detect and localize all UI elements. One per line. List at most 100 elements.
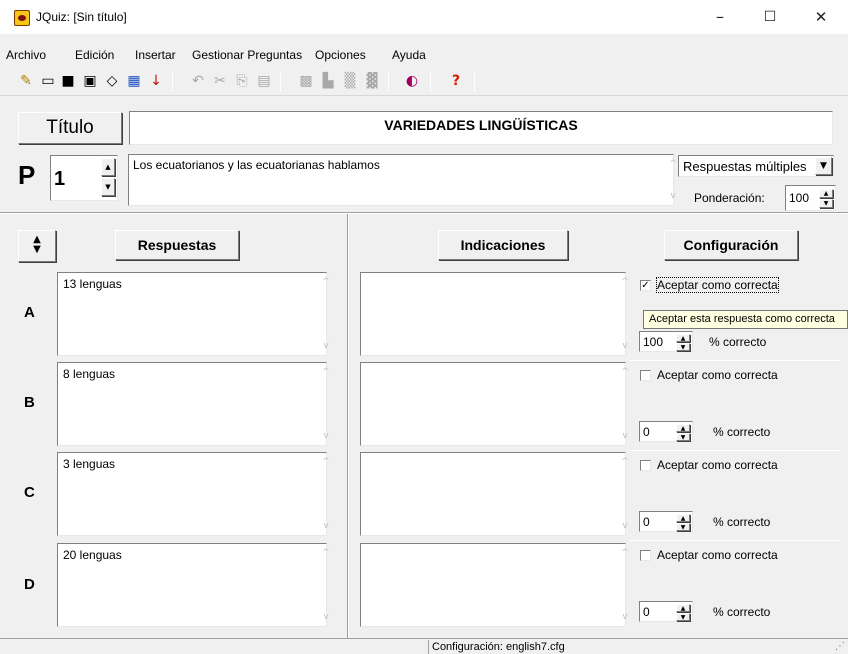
toolbar-separator (430, 72, 431, 92)
answer-text-area[interactable]: 3 lenguas ^ v (57, 452, 330, 536)
config-icon[interactable]: ◐ (402, 70, 422, 92)
eraser-icon[interactable]: ◇ (102, 70, 122, 92)
answer-text-area[interactable]: 8 lenguas ^ v (57, 362, 330, 446)
accept-correct-label[interactable]: Aceptar como correcta (656, 277, 779, 293)
percent-correct-label: % correcto (713, 515, 771, 529)
cut-icon[interactable]: ✂ (210, 70, 230, 92)
accept-correct-label[interactable]: Aceptar como correcta (657, 458, 778, 472)
help-icon[interactable]: ? (446, 70, 466, 92)
tooltip: Aceptar esta respuesta como correcta (643, 310, 848, 329)
accept-correct-checkbox[interactable] (640, 460, 651, 471)
percent-correct-label: % correcto (713, 425, 771, 439)
maximize-button[interactable]: ☐ (750, 4, 790, 30)
menu-insertar[interactable]: Insertar (135, 48, 176, 62)
question-type-select[interactable]: Respuestas múltiples ▼ (678, 155, 834, 177)
answer-text: 3 lenguas (63, 457, 116, 471)
insert-anchor-icon[interactable]: ▓ (362, 70, 382, 92)
stepper-down-button[interactable]: ▼ (676, 523, 690, 531)
question-scrollbar[interactable]: ^ v (659, 155, 677, 205)
answer-scrollbar[interactable]: ^ v (312, 273, 330, 355)
answer-scrollbar[interactable]: ^ v (312, 363, 330, 445)
reorder-button[interactable]: ▲ ▼ (18, 230, 56, 262)
feedback-text-area[interactable]: ^ v (360, 543, 629, 627)
question-type-value: Respuestas múltiples (683, 159, 807, 174)
web-page-icon[interactable]: ▦ (124, 70, 144, 92)
status-divider (428, 640, 429, 654)
stepper-up-button[interactable]: ▲ (676, 514, 690, 522)
feedback-text-area[interactable]: ^ v (360, 272, 629, 356)
percent-correct-stepper[interactable]: 100 ▲ ▼ (639, 331, 693, 352)
toolbar-separator (280, 72, 281, 92)
settings-header-button[interactable]: Configuración (664, 230, 798, 260)
feedback-text-area[interactable]: ^ v (360, 362, 629, 446)
save-as-icon[interactable]: ▣ (80, 70, 100, 92)
menu-ayuda[interactable]: Ayuda (392, 48, 426, 62)
toolbar: ✎ ▭ ■ ▣ ◇ ▦ ↓ ↶ ✂ ⎘ ▤ ▩ ▙ ▒ ▓ ◐ ? (0, 66, 848, 96)
minimize-button[interactable]: – (700, 4, 740, 30)
toolbar-separator (172, 72, 173, 92)
stepper-down-button[interactable]: ▼ (819, 199, 833, 208)
insert-media-icon[interactable]: ▙ (318, 70, 338, 92)
add-down-icon[interactable]: ↓ (146, 70, 166, 92)
answer-scrollbar[interactable]: ^ v (312, 453, 330, 535)
percent-correct-stepper[interactable]: 0 ▲ ▼ (639, 421, 693, 442)
chevron-down-icon[interactable]: ▼ (815, 157, 832, 175)
percent-correct-stepper[interactable]: 0 ▲ ▼ (639, 601, 693, 622)
weight-stepper[interactable]: 100 ▲ ▼ (785, 185, 836, 211)
new-file-icon[interactable]: ✎ (16, 70, 36, 92)
menu-edicion[interactable]: Edición (75, 48, 114, 62)
percent-value: 0 (643, 605, 650, 619)
question-text-area[interactable]: Los ecuatorianos y las ecuatorianas habl… (128, 154, 677, 206)
paste-icon[interactable]: ▤ (254, 70, 274, 92)
insert-picture-icon[interactable]: ▩ (296, 70, 316, 92)
answer-text: 13 lenguas (63, 277, 122, 291)
answer-text-area[interactable]: 20 lenguas ^ v (57, 543, 330, 627)
title-label-button[interactable]: Título (18, 112, 122, 144)
copy-icon[interactable]: ⎘ (232, 70, 252, 92)
title-input[interactable]: VARIEDADES LINGÜÍSTICAS (129, 111, 833, 145)
percent-correct-stepper[interactable]: 0 ▲ ▼ (639, 511, 693, 532)
stepper-down-button[interactable]: ▼ (676, 613, 690, 621)
feedback-scrollbar[interactable]: ^ v (611, 273, 629, 355)
open-folder-icon[interactable]: ▭ (38, 70, 58, 92)
status-config-text: Configuración: english7.cfg (432, 641, 565, 653)
answer-text: 8 lenguas (63, 367, 116, 381)
feedback-scrollbar[interactable]: ^ v (611, 363, 629, 445)
accept-correct-checkbox[interactable] (640, 550, 651, 561)
stepper-down-button[interactable]: ▼ (676, 343, 690, 351)
resize-grip-icon[interactable]: ⋰ (835, 641, 845, 652)
accept-correct-checkbox[interactable]: ✓ (640, 280, 651, 291)
insert-link-icon[interactable]: ▒ (340, 70, 360, 92)
stepper-up-button[interactable]: ▲ (676, 334, 690, 342)
feedback-scrollbar[interactable]: ^ v (611, 544, 629, 626)
question-label: P (18, 160, 36, 190)
weight-label: Ponderación: (694, 191, 765, 205)
stepper-up-button[interactable]: ▲ (676, 424, 690, 432)
stepper-up-button[interactable]: ▲ (819, 189, 833, 198)
stepper-down-button[interactable]: ▼ (101, 178, 115, 196)
menu-gestionar-preguntas[interactable]: Gestionar Preguntas (192, 48, 302, 62)
accept-correct-label[interactable]: Aceptar como correcta (657, 548, 778, 562)
question-number-stepper[interactable]: 1 ▲ ▼ (50, 155, 118, 201)
feedback-header-button[interactable]: Indicaciones (438, 230, 568, 260)
save-icon[interactable]: ■ (58, 70, 78, 92)
answer-text-area[interactable]: 13 lenguas ^ v (57, 272, 330, 356)
close-button[interactable]: ✕ (801, 4, 841, 30)
accept-correct-checkbox[interactable] (640, 370, 651, 381)
answer-scrollbar[interactable]: ^ v (312, 544, 330, 626)
accept-correct-label[interactable]: Aceptar como correcta (657, 368, 778, 382)
menu-opciones[interactable]: Opciones (315, 48, 366, 62)
menu-archivo[interactable]: Archivo (6, 48, 46, 62)
feedback-text-area[interactable]: ^ v (360, 452, 629, 536)
weight-value: 100 (789, 191, 810, 205)
row-divider (630, 360, 840, 361)
jquiz-app-icon (14, 10, 30, 26)
answers-header-button[interactable]: Respuestas (115, 230, 239, 260)
answer-letter: A (24, 304, 35, 321)
stepper-up-button[interactable]: ▲ (676, 604, 690, 612)
column-divider (347, 214, 349, 638)
stepper-up-button[interactable]: ▲ (101, 158, 115, 176)
stepper-down-button[interactable]: ▼ (676, 433, 690, 441)
undo-icon[interactable]: ↶ (188, 70, 208, 92)
feedback-scrollbar[interactable]: ^ v (611, 453, 629, 535)
